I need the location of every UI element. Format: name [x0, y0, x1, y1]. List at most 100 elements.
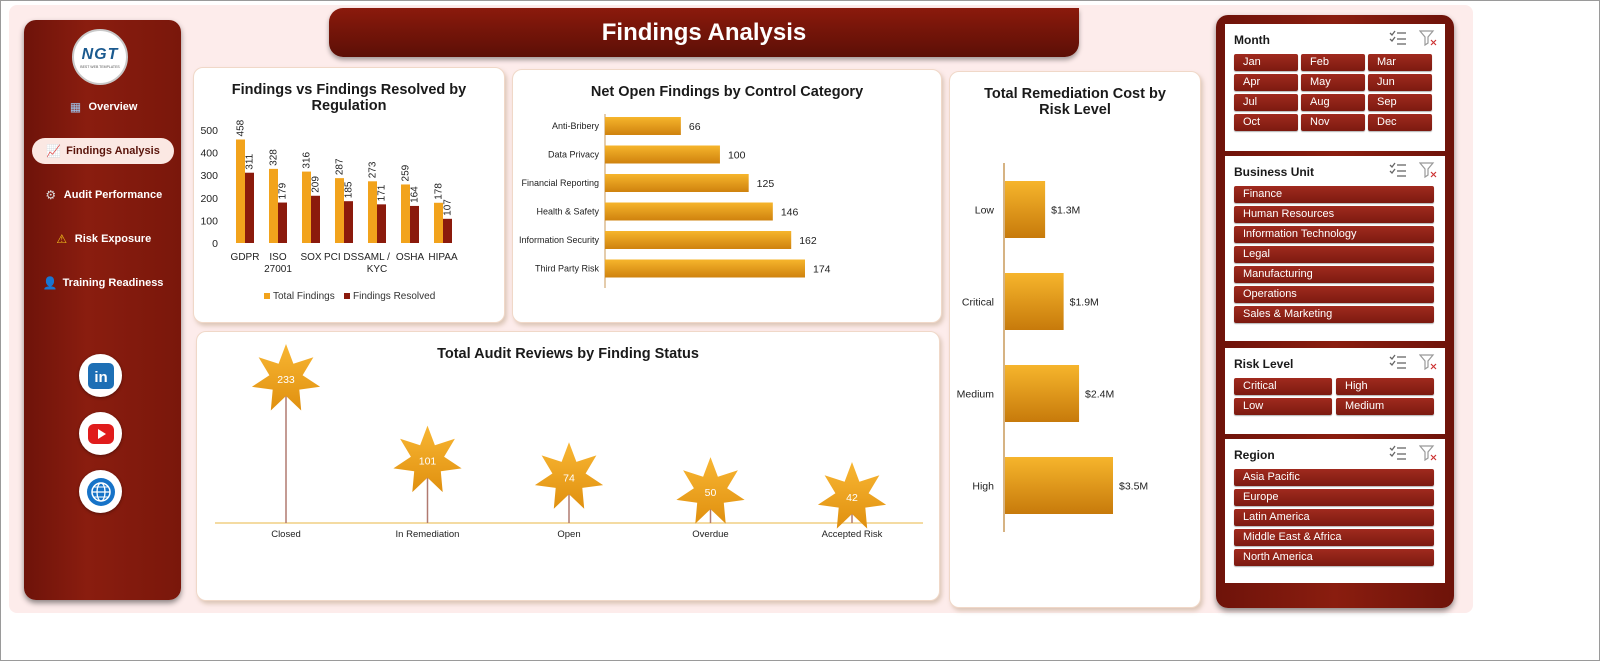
slicer-item[interactable]: Jun — [1368, 74, 1432, 91]
nav-risk-exposure[interactable]: ⚠ Risk Exposure — [32, 226, 174, 252]
net-open-findings-chart: Anti-Bribery 66 Data Privacy 100 Financial R… — [519, 114, 831, 288]
slicer-item[interactable]: Middle East & Africa — [1234, 529, 1434, 546]
bar — [311, 195, 320, 243]
linkedin-icon[interactable]: in — [79, 354, 122, 397]
globe-icon[interactable] — [79, 470, 122, 513]
slicer-item[interactable]: Critical — [1234, 378, 1332, 395]
slicer-title: Business Unit — [1234, 165, 1315, 179]
slicer-item[interactable]: Finance — [1234, 186, 1434, 203]
findings-by-regulation-chart: 0 100 200 300 400 500 458 311 GDPR 328 179 ISO27001… — [200, 119, 458, 302]
data-label: 164 — [410, 186, 421, 203]
data-label: 107 — [443, 199, 454, 216]
remediation-cost-chart: Low $1.3M Critical $1.9M Medium $2.4M High $3.5… — [957, 163, 1148, 532]
y-tick-label: 300 — [200, 170, 218, 182]
clear-filter-icon[interactable] — [1418, 354, 1437, 375]
clear-filter-icon[interactable] — [1418, 162, 1437, 183]
multi-select-icon[interactable] — [1389, 354, 1407, 374]
slicer-item[interactable]: Jul — [1234, 94, 1298, 111]
data-label: 178 — [434, 183, 445, 200]
bar — [1005, 457, 1113, 514]
logo: NGT BEST WEB TEMPLATES — [72, 29, 128, 85]
nav-overview[interactable]: ▦ Overview — [32, 94, 174, 120]
gear-icon: ⚙ — [45, 188, 57, 202]
x-tick-label: SOX — [300, 252, 321, 263]
youtube-icon[interactable] — [79, 412, 122, 455]
y-tick-label: Data Privacy — [548, 150, 600, 160]
nav-audit-performance[interactable]: ⚙ Audit Performance — [32, 182, 174, 208]
slicer-item[interactable]: Apr — [1234, 74, 1298, 91]
y-tick-label: Financial Reporting — [521, 178, 599, 188]
slicer-item[interactable]: Feb — [1301, 54, 1365, 71]
slicer-item[interactable]: Low — [1234, 398, 1332, 415]
slicer-business-unit: Business Unit Finance Human Resources Infor… — [1225, 156, 1445, 341]
data-label: 311 — [245, 153, 256, 169]
data-label: $1.3M — [1051, 205, 1080, 217]
y-tick-label: Health & Safety — [536, 207, 599, 217]
bar — [269, 168, 278, 243]
bar — [278, 202, 287, 243]
data-label: 42 — [846, 492, 858, 504]
slicer-item[interactable]: Dec — [1368, 114, 1432, 131]
slicer-title: Region — [1234, 448, 1275, 462]
clear-filter-icon[interactable] — [1418, 30, 1437, 51]
slicer-item[interactable]: Oct — [1234, 114, 1298, 131]
data-label: 458 — [236, 119, 247, 136]
slicer-item[interactable]: High — [1336, 378, 1434, 395]
y-tick-label: 500 — [200, 125, 218, 137]
y-tick-label: Third Party Risk — [535, 264, 600, 274]
sidebar: NGT BEST WEB TEMPLATES ▦ Overview 📈 Find… — [24, 20, 181, 600]
data-label: 174 — [813, 264, 831, 276]
slicer-item[interactable]: May — [1301, 74, 1365, 91]
nav-training-readiness[interactable]: 👤 Training Readiness — [32, 270, 174, 296]
slicer-item[interactable]: Manufacturing — [1234, 266, 1434, 283]
multi-select-icon[interactable] — [1389, 30, 1407, 50]
nav-label: Overview — [88, 101, 138, 113]
slicer-item[interactable]: Nov — [1301, 114, 1365, 131]
legend-label: Findings Resolved — [353, 291, 435, 302]
multi-select-icon[interactable] — [1389, 445, 1407, 465]
slicer-item[interactable]: Sales & Marketing — [1234, 306, 1434, 323]
y-tick-label: Low — [975, 205, 995, 217]
slicer-region: Region Asia Pacific Europe Latin America Mid… — [1225, 439, 1445, 583]
bar — [443, 218, 452, 243]
clear-filter-icon[interactable] — [1418, 445, 1437, 466]
data-label: 125 — [757, 178, 775, 190]
data-label: 162 — [799, 235, 817, 247]
data-label: 233 — [277, 374, 295, 386]
slicer-month: Month Jan Feb Mar Apr May Jun Jul Aug Sep Oct Nov De… — [1225, 24, 1445, 151]
slicer-item[interactable]: Information Technology — [1234, 226, 1434, 243]
slicer-item[interactable]: Operations — [1234, 286, 1434, 303]
bar — [605, 174, 749, 192]
slicer-item[interactable]: Human Resources — [1234, 206, 1434, 223]
slicer-panel: Month Jan Feb Mar Apr May Jun Jul Aug Sep Oct Nov De… — [1216, 15, 1454, 608]
slicer-item[interactable]: Medium — [1336, 398, 1434, 415]
slicer-item[interactable]: Latin America — [1234, 509, 1434, 526]
slicer-item[interactable]: Legal — [1234, 246, 1434, 263]
bar — [605, 231, 792, 249]
nav-findings-analysis[interactable]: 📈 Findings Analysis — [32, 138, 174, 164]
bar — [344, 201, 353, 243]
dashboard-icon: ▦ — [69, 100, 82, 114]
nav-label: Findings Analysis — [66, 145, 160, 157]
slicer-item[interactable]: Asia Pacific — [1234, 469, 1434, 486]
audit-reviews-chart: 233 Closed 101 In Remediation 74 Open 50 Overdu… — [215, 344, 923, 540]
data-label: 146 — [781, 207, 799, 219]
y-tick-label: Critical — [962, 297, 994, 309]
x-tick-label: GDPR — [231, 252, 260, 263]
bar — [1005, 181, 1046, 238]
slicer-item[interactable]: Jan — [1234, 54, 1298, 71]
person-icon: 👤 — [42, 276, 58, 290]
slicer-item[interactable]: Sep — [1368, 94, 1432, 111]
slicer-item[interactable]: Aug — [1301, 94, 1365, 111]
data-label: $2.4M — [1085, 389, 1114, 401]
slicer-item[interactable]: North America — [1234, 549, 1434, 566]
data-label: 171 — [377, 184, 388, 201]
chart-icon: 📈 — [46, 144, 62, 158]
x-tick-label: HIPAA — [428, 252, 458, 263]
slicer-item[interactable]: Europe — [1234, 489, 1434, 506]
nav-label: Risk Exposure — [74, 233, 152, 245]
data-label: 101 — [419, 456, 437, 468]
multi-select-icon[interactable] — [1389, 162, 1407, 182]
slicer-item[interactable]: Mar — [1368, 54, 1432, 71]
slicer-title: Month — [1234, 33, 1270, 47]
